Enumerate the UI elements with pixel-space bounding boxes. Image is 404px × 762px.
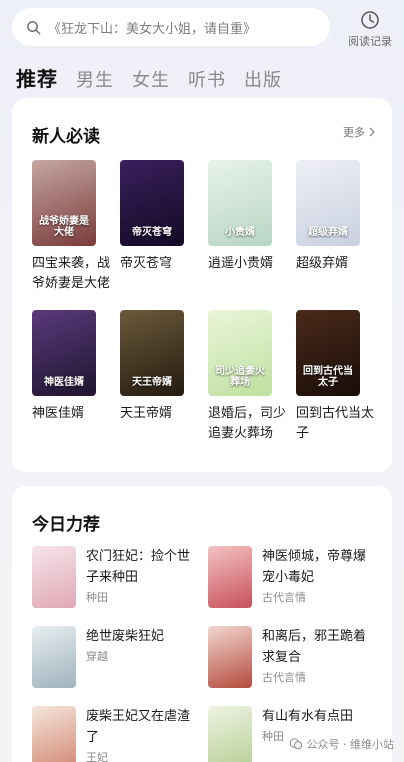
search-bar[interactable]: 《狂龙下山：美女大小姐，请自重》 <box>12 8 330 46</box>
clock-icon <box>361 11 379 29</box>
book-title: 回到古代当太子 <box>296 406 375 441</box>
cover-title-text: 神医佳婿 <box>44 377 84 388</box>
reading-history-button[interactable]: 阅读记录 <box>342 10 398 49</box>
tab-audiobook[interactable]: 听书 <box>188 66 226 92</box>
search-placeholder: 《狂龙下山：美女大小姐，请自重》 <box>48 21 257 37</box>
book-item[interactable]: 超级弃婿 超级弃婿 <box>296 160 384 294</box>
cover-title-text: 小贵婿 <box>225 227 255 238</box>
recommend-genre: 种田 <box>86 591 108 604</box>
book-cover[interactable] <box>208 626 252 688</box>
recommend-item[interactable]: 农门狂妃：捡个世子来种田种田 <box>32 546 208 608</box>
cover-title-text: 超级弃婿 <box>308 227 348 238</box>
book-cover[interactable] <box>32 706 76 762</box>
book-cover[interactable]: 战爷娇妻是大佬 <box>32 160 96 246</box>
book-title: 四宝来袭，战爷娇妻是大佬 <box>32 256 111 291</box>
watermark-text: 公众号 · 维维小站 <box>306 738 395 751</box>
recommend-title: 废柴王妃又在虐渣了 <box>86 709 191 745</box>
section-title: 今日力荐 <box>32 515 100 535</box>
book-title: 帝灭苍穹 <box>120 256 173 271</box>
book-cover[interactable]: 天王帝婿 <box>120 310 184 396</box>
section-title: 新人必读 <box>32 127 100 147</box>
cover-title-text: 帝灭苍穹 <box>132 227 172 238</box>
tab-recommend[interactable]: 推荐 <box>16 63 58 92</box>
recommend-genre: 古代言情 <box>262 671 306 684</box>
book-cover[interactable] <box>32 626 76 688</box>
recommend-info: 神医倾城，帝尊爆宠小毒妃古代言情 <box>262 546 378 605</box>
recommend-title: 农门狂妃：捡个世子来种田 <box>86 549 191 585</box>
tab-male[interactable]: 男生 <box>76 66 114 92</box>
wechat-icon <box>289 738 302 750</box>
recommend-title: 和离后，邪王跪着求复合 <box>262 629 367 665</box>
recommend-item[interactable]: 绝世废柴狂妃 穿越 <box>32 626 208 688</box>
recommend-title: 绝世废柴狂妃 <box>86 629 165 644</box>
book-cover[interactable] <box>208 706 252 762</box>
top-bar: 《狂龙下山：美女大小姐，请自重》 阅读记录 <box>0 0 404 56</box>
new-reader-section: 新人必读 更多 战爷娇妻是大佬 四宝来袭，战爷娇妻是大佬 帝灭苍穹 帝灭苍穹 小贵婿 逍遥… <box>12 98 392 472</box>
book-title: 退婚后，司少追妻火葬场 <box>208 406 287 441</box>
book-title: 天王帝婿 <box>120 406 173 421</box>
book-cover[interactable]: 神医佳婿 <box>32 310 96 396</box>
book-item[interactable]: 小贵婿 逍遥小贵婿 <box>208 160 296 294</box>
recommend-genre: 穿越 <box>86 650 108 663</box>
recommend-info: 农门狂妃：捡个世子来种田种田 <box>86 546 202 605</box>
book-cover[interactable] <box>32 546 76 608</box>
book-grid: 战爷娇妻是大佬 四宝来袭，战爷娇妻是大佬 帝灭苍穹 帝灭苍穹 小贵婿 逍遥小贵婿 超级弃婿超… <box>32 160 382 444</box>
book-cover[interactable]: 超级弃婿 <box>296 160 360 246</box>
today-recommend-section: 今日力荐 农门狂妃：捡个世子来种田 种田 神医倾城，帝尊爆宠小毒妃 古代言情 绝世废柴狂… <box>12 486 392 762</box>
book-title: 逍遥小贵婿 <box>208 256 274 271</box>
cover-title-text: 战爷娇妻是大佬 <box>39 216 89 238</box>
watermark: 公众号 · 维维小站 <box>289 736 395 752</box>
search-icon <box>27 20 41 34</box>
book-item[interactable]: 神医佳婿 神医佳婿 <box>32 310 120 444</box>
book-cover[interactable] <box>208 546 252 608</box>
book-title: 神医佳婿 <box>32 406 85 421</box>
tab-female[interactable]: 女生 <box>132 66 170 92</box>
cover-title-text: 天王帝婿 <box>132 377 172 388</box>
book-item[interactable]: 战爷娇妻是大佬四宝来袭，战爷娇妻是大佬 <box>32 160 120 294</box>
recommend-genre: 王妃 <box>86 751 108 762</box>
book-item[interactable]: 天王帝婿 天王帝婿 <box>120 310 208 444</box>
reading-history-label: 阅读记录 <box>348 35 392 48</box>
recommend-genre: 古代言情 <box>262 591 306 604</box>
recommend-item[interactable]: 神医倾城，帝尊爆宠小毒妃古代言情 <box>208 546 384 608</box>
tab-publishing[interactable]: 出版 <box>244 66 282 92</box>
recommend-info: 和离后，邪王跪着求复合古代言情 <box>262 626 378 685</box>
recommend-title: 神医倾城，帝尊爆宠小毒妃 <box>262 549 367 585</box>
book-item[interactable]: 回到古代当太子 回到古代当太子 <box>296 310 384 444</box>
book-title: 超级弃婿 <box>296 256 349 271</box>
book-cover[interactable]: 小贵婿 <box>208 160 272 246</box>
recommend-item[interactable]: 废柴王妃又在虐渣了王妃 <box>32 706 208 762</box>
recommend-info: 废柴王妃又在虐渣了王妃 <box>86 706 202 762</box>
book-item[interactable]: 帝灭苍穹 帝灭苍穹 <box>120 160 208 294</box>
cover-title-text: 回到古代当太子 <box>303 366 353 388</box>
recommend-title: 有山有水有点田 <box>262 709 354 724</box>
more-link[interactable]: 更多 <box>343 124 376 140</box>
recommend-info: 绝世废柴狂妃 穿越 <box>86 626 202 664</box>
book-cover[interactable]: 回到古代当太子 <box>296 310 360 396</box>
recommend-list: 农门狂妃：捡个世子来种田 种田 神医倾城，帝尊爆宠小毒妃 古代言情 绝世废柴狂妃 穿越 和离… <box>32 546 382 762</box>
book-cover[interactable]: 司少追妻火葬场 <box>208 310 272 396</box>
recommend-item[interactable]: 和离后，邪王跪着求复合古代言情 <box>208 626 384 688</box>
book-cover[interactable]: 帝灭苍穹 <box>120 160 184 246</box>
recommend-item[interactable]: 有山有水有点田 种田 <box>208 706 384 762</box>
cover-title-text: 司少追妻火葬场 <box>215 366 265 388</box>
category-tabs: 推荐 男生 女生 听书 出版 <box>16 60 282 92</box>
more-label: 更多 <box>343 126 365 139</box>
book-item[interactable]: 司少追妻火葬场退婚后，司少追妻火葬场 <box>208 310 296 444</box>
chevron-right-icon <box>369 127 375 137</box>
